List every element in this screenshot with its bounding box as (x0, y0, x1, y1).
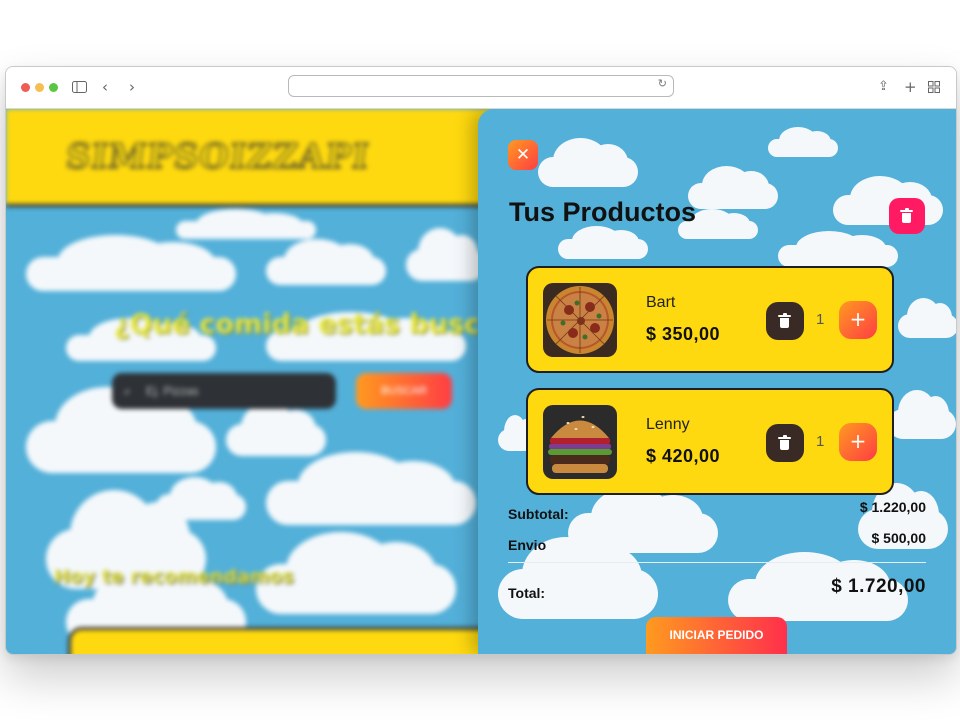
cloud (266, 238, 386, 285)
recommend-heading: Hoy te recomendamos (54, 566, 294, 588)
minimize-window-dot[interactable] (35, 83, 44, 92)
increase-quantity-button[interactable]: + (839, 301, 877, 339)
increase-quantity-button[interactable]: + (839, 423, 877, 461)
item-price: $ 350,00 (646, 324, 721, 344)
summary-divider (508, 562, 926, 563)
item-quantity: 1 (816, 433, 825, 450)
cloud (406, 228, 486, 281)
remove-item-button[interactable] (766, 302, 804, 340)
item-quantity: 1 (816, 311, 825, 328)
reload-icon[interactable]: ↻ (658, 77, 667, 90)
search-input[interactable]: ⌕ Ej. Pizzas (112, 373, 336, 409)
site-logo[interactable]: SIMPSOIZZAPI (63, 136, 372, 177)
cloud (538, 137, 638, 187)
search-icon: ⌕ (124, 384, 131, 398)
cloud (176, 209, 316, 239)
search-button[interactable]: BUSCAR (356, 373, 452, 409)
address-bar[interactable]: ↻ (288, 75, 674, 97)
subtotal-value: $ 1.220,00 (859, 499, 926, 515)
cart-title: Tus Productos (509, 197, 697, 227)
subtotal-label: Subtotal: (508, 506, 569, 522)
item-name: Bart (646, 294, 676, 311)
search-placeholder: Ej. Pizzas (146, 384, 199, 398)
cart-drawer: ✕ Tus Productos Bart $ 350,00 1 + Lenny … (478, 109, 956, 654)
share-icon[interactable]: ⇪ (878, 76, 889, 98)
clear-cart-button[interactable] (889, 198, 925, 234)
cloud (226, 403, 326, 456)
browser-window: ‹ › ↻ ⇪ + SIMPSOIZZAPI ¿Qué comida estás… (5, 66, 957, 655)
page-content: SIMPSOIZZAPI ¿Qué comida estás buscando?… (6, 109, 956, 654)
cart-item: Lenny $ 420,00 1 + (526, 388, 894, 495)
cloud (26, 234, 236, 291)
cloud (888, 389, 956, 439)
close-window-dot[interactable] (21, 83, 30, 92)
new-tab-icon[interactable]: + (904, 76, 917, 98)
plus-icon: + (849, 307, 867, 331)
burger-photo (543, 405, 617, 479)
recommended-card[interactable] (68, 627, 544, 654)
item-name: Lenny (646, 416, 690, 433)
trash-icon (778, 435, 791, 450)
cloud (768, 127, 838, 157)
cloud (898, 298, 956, 338)
cloud (778, 230, 898, 267)
shipping-label: Envio (508, 537, 547, 553)
cart-item: Bart $ 350,00 1 + (526, 266, 894, 373)
plus-icon: + (849, 429, 867, 453)
cloud (558, 226, 648, 259)
close-icon: ✕ (515, 145, 531, 165)
cloud (26, 387, 216, 473)
trash-icon (778, 313, 791, 328)
tab-overview-icon[interactable] (928, 76, 940, 99)
cloud (688, 166, 778, 209)
item-price: $ 420,00 (646, 446, 721, 466)
zoom-window-dot[interactable] (49, 83, 58, 92)
sidebar-icon[interactable] (72, 76, 87, 99)
close-cart-button[interactable]: ✕ (508, 140, 538, 170)
cloud (266, 452, 476, 525)
pizza-photo (543, 283, 617, 357)
browser-toolbar: ‹ › ↻ ⇪ + (6, 67, 956, 109)
trash-icon (900, 208, 913, 223)
cloud (833, 175, 943, 225)
checkout-button[interactable]: INICIAR PEDIDO (646, 617, 787, 654)
total-label: Total: (508, 585, 546, 601)
remove-item-button[interactable] (766, 424, 804, 462)
forward-icon[interactable]: › (129, 76, 135, 98)
back-icon[interactable]: ‹ (102, 76, 108, 98)
total-value: $ 1.720,00 (831, 576, 926, 597)
shipping-value: $ 500,00 (871, 530, 927, 546)
